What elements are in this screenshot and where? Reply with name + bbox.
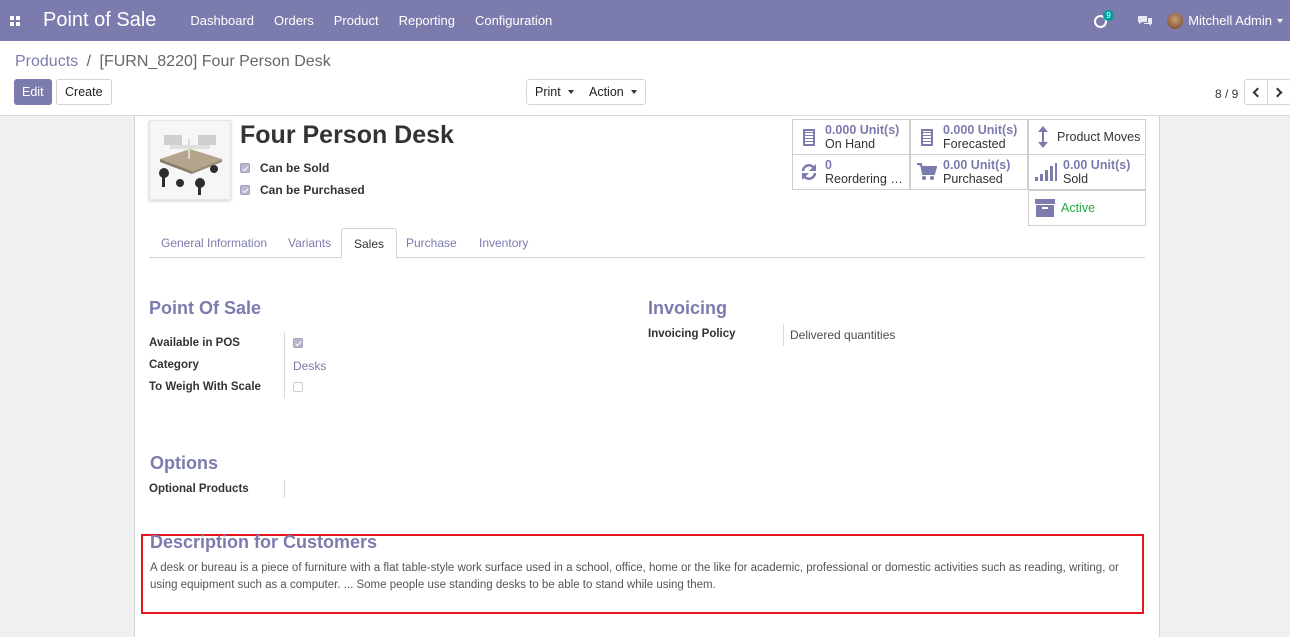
print-caret-down-icon [567,90,574,94]
print-label: Print [535,85,561,99]
user-name[interactable]: Mitchell Admin [1188,13,1272,28]
breadcrumb-current: [FURN_8220] Four Person Desk [99,53,331,70]
chevron-right-icon [1272,87,1283,97]
edit-button[interactable]: Edit [14,79,52,105]
description-text[interactable]: A desk or bureau is a piece of furniture… [150,560,1140,594]
product-moves-button[interactable]: Product Moves [1028,119,1146,155]
breadcrumb: Products / [FURN_8220] Four Person Desk [15,53,331,71]
menu-dashboard[interactable]: Dashboard [180,0,264,41]
signal-bars-icon [1035,163,1057,181]
activity-count-badge: 9 [1103,9,1114,21]
building-icon [921,128,933,146]
invoicing-section-title: Invoicing [648,298,728,318]
chevron-left-icon [1252,87,1263,97]
active-toggle-button[interactable]: Active [1028,190,1146,226]
invoicing-policy-value[interactable]: Delivered quantities [790,328,895,342]
available-in-pos-checkbox[interactable] [293,338,303,348]
menu-product[interactable]: Product [324,0,389,41]
breadcrumb-separator: / [86,53,92,70]
menu-configuration[interactable]: Configuration [465,0,562,41]
reordering-value: 0 [825,158,832,172]
sold-button[interactable]: 0.00 Unit(s) Sold [1028,154,1146,190]
sold-value: 0.00 Unit(s) [1063,158,1131,172]
action-caret-down-icon [630,90,637,94]
main-menu: Dashboard Orders Product Reporting Confi… [180,0,562,41]
can-be-purchased-checkbox[interactable] [240,185,250,195]
options-section-title: Options [150,453,218,473]
can-be-sold-checkbox[interactable] [240,163,250,173]
can-be-purchased-label: Can be Purchased [260,183,365,197]
product-image[interactable] [149,120,231,200]
notebook-tabs: General Information Variants Sales Purch… [149,228,1145,259]
product-name: Four Person Desk [240,121,454,149]
available-in-pos-label: Available in POS [149,337,240,349]
control-panel: Products / [FURN_8220] Four Person Desk … [0,41,1290,116]
on-hand-button[interactable]: 0.000 Unit(s) On Hand [792,119,910,155]
tab-variants[interactable]: Variants [276,228,343,258]
pager-previous-button[interactable] [1244,79,1268,105]
tab-purchase[interactable]: Purchase [394,228,469,258]
activity-clock-icon[interactable]: 9 [1093,9,1114,30]
on-hand-value: 0.000 Unit(s) [825,123,900,137]
description-section-title: Description for Customers [150,532,378,552]
field-separator [783,324,784,346]
tab-general-information[interactable]: General Information [149,228,279,258]
reordering-rules-button[interactable]: 0 Reordering R... [792,154,910,190]
purchased-value: 0.00 Unit(s) [943,158,1011,172]
forecasted-label: Forecasted [943,137,1006,151]
app-name[interactable]: Point of Sale [43,9,156,32]
form-sheet: Four Person Desk Can be Sold Can be Purc… [134,116,1160,637]
building-icon [803,128,815,146]
create-button[interactable]: Create [56,79,112,105]
category-label: Category [149,359,199,371]
menu-reporting[interactable]: Reporting [389,0,465,41]
print-dropdown-button[interactable]: Print [526,79,583,105]
chat-icon[interactable] [1137,15,1153,27]
user-caret-down-icon[interactable] [1277,18,1283,23]
tab-sales[interactable]: Sales [341,228,398,259]
vertical-arrows-icon [1038,126,1048,148]
cart-icon [917,163,937,180]
pager-value[interactable]: 8 / 9 [1215,87,1238,101]
active-label: Active [1061,201,1096,215]
forecasted-value: 0.000 Unit(s) [943,123,1018,137]
on-hand-label: On Hand [825,137,876,151]
user-avatar[interactable] [1167,12,1184,29]
pager-next-button[interactable] [1267,79,1290,105]
product-moves-label: Product Moves [1057,130,1141,144]
breadcrumb-products-link[interactable]: Products [15,53,78,70]
archive-icon [1035,199,1055,217]
forecasted-button[interactable]: 0.000 Unit(s) Forecasted [910,119,1028,155]
action-label: Action [589,85,624,99]
optional-products-label: Optional Products [149,483,249,495]
menu-orders[interactable]: Orders [264,0,324,41]
apps-menu-icon[interactable] [0,0,30,41]
reordering-label: Reordering R... [825,172,909,186]
sold-label: Sold [1063,172,1089,186]
category-value-link[interactable]: Desks [293,359,326,373]
field-separator [284,332,285,398]
to-weigh-with-scale-label: To Weigh With Scale [149,381,261,393]
field-separator [284,480,285,498]
invoicing-policy-label: Invoicing Policy [648,328,736,340]
pos-section-title: Point Of Sale [149,298,262,318]
purchased-label: Purchased [943,172,1003,186]
can-be-sold-label: Can be Sold [260,161,330,175]
top-navbar: Point of Sale Dashboard Orders Product R… [0,0,1290,41]
purchased-button[interactable]: 0.00 Unit(s) Purchased [910,154,1028,190]
action-dropdown-button[interactable]: Action [581,79,646,105]
to-weigh-with-scale-checkbox[interactable] [293,382,303,392]
navbar-systray: 9 Mitchell Admin [1093,0,1290,41]
tab-inventory[interactable]: Inventory [467,228,540,258]
refresh-icon [801,164,817,180]
